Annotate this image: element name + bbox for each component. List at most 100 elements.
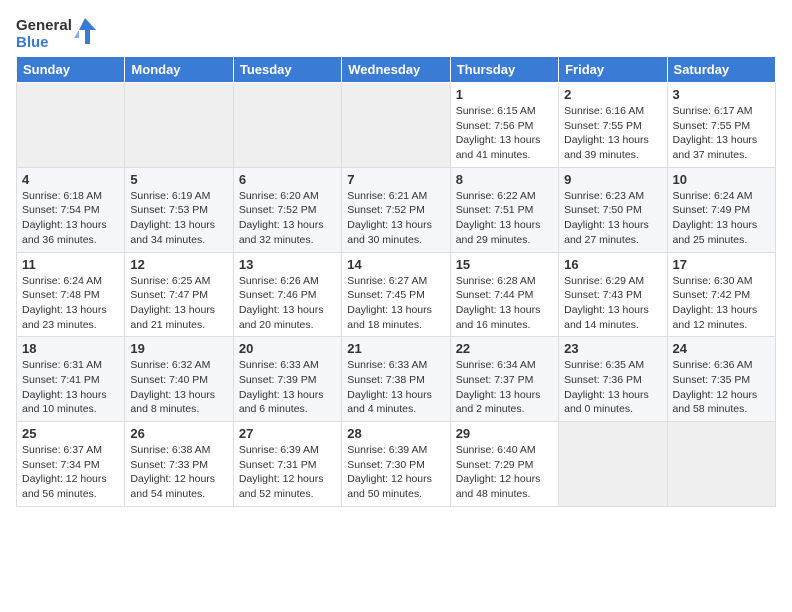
- calendar-cell: [667, 422, 775, 507]
- day-info: Sunrise: 6:39 AMSunset: 7:30 PMDaylight:…: [347, 443, 444, 502]
- day-info: Sunrise: 6:16 AMSunset: 7:55 PMDaylight:…: [564, 104, 661, 163]
- day-info: Sunrise: 6:18 AMSunset: 7:54 PMDaylight:…: [22, 189, 119, 248]
- calendar-cell: 1Sunrise: 6:15 AMSunset: 7:56 PMDaylight…: [450, 83, 558, 168]
- day-number: 22: [456, 341, 553, 356]
- day-number: 27: [239, 426, 336, 441]
- calendar-cell: [233, 83, 341, 168]
- calendar-cell: 13 Sunrise: 6:26 AMSunset: 7:46 PMDayligh…: [233, 252, 341, 337]
- week-row-2: 11 Sunrise: 6:24 AMSunset: 7:48 PMDayligh…: [17, 252, 776, 337]
- logo: General Blue: [16, 16, 96, 52]
- day-number: 1: [456, 87, 553, 102]
- day-info: Sunrise: 6:21 AMSunset: 7:52 PMDaylight:…: [347, 189, 444, 248]
- day-info: Sunrise: 6:23 AMSunset: 7:50 PMDaylight:…: [564, 189, 661, 248]
- day-number: 13: [239, 257, 336, 272]
- day-number: 12: [130, 257, 227, 272]
- day-info: Sunrise: 6:37 AMSunset: 7:34 PMDaylight:…: [22, 443, 119, 502]
- calendar-cell: 12 Sunrise: 6:25 AMSunset: 7:47 PMDayligh…: [125, 252, 233, 337]
- day-number: 24: [673, 341, 770, 356]
- day-header-tuesday: Tuesday: [233, 57, 341, 83]
- day-info: Sunrise: 6:31 AMSunset: 7:41 PMDaylight:…: [22, 358, 119, 417]
- week-row-4: 25 Sunrise: 6:37 AMSunset: 7:34 PMDayligh…: [17, 422, 776, 507]
- day-number: 17: [673, 257, 770, 272]
- day-info: Sunrise: 6:30 AMSunset: 7:42 PMDaylight:…: [673, 274, 770, 333]
- calendar-cell: 5 Sunrise: 6:19 AMSunset: 7:53 PMDaylight…: [125, 167, 233, 252]
- calendar-cell: 16Sunrise: 6:29 AMSunset: 7:43 PMDayligh…: [559, 252, 667, 337]
- day-info: Sunrise: 6:24 AMSunset: 7:49 PMDaylight:…: [673, 189, 770, 248]
- week-row-0: 1Sunrise: 6:15 AMSunset: 7:56 PMDaylight…: [17, 83, 776, 168]
- calendar-cell: 29 Sunrise: 6:40 AMSunset: 7:29 PMDayligh…: [450, 422, 558, 507]
- day-number: 29: [456, 426, 553, 441]
- day-info: Sunrise: 6:26 AMSunset: 7:46 PMDaylight:…: [239, 274, 336, 333]
- calendar-cell: 14Sunrise: 6:27 AMSunset: 7:45 PMDayligh…: [342, 252, 450, 337]
- day-number: 9: [564, 172, 661, 187]
- day-number: 28: [347, 426, 444, 441]
- calendar-cell: 28 Sunrise: 6:39 AMSunset: 7:30 PMDayligh…: [342, 422, 450, 507]
- day-number: 23: [564, 341, 661, 356]
- day-info: Sunrise: 6:19 AMSunset: 7:53 PMDaylight:…: [130, 189, 227, 248]
- calendar-cell: [125, 83, 233, 168]
- day-header-monday: Monday: [125, 57, 233, 83]
- calendar-cell: 22 Sunrise: 6:34 AMSunset: 7:37 PMDayligh…: [450, 337, 558, 422]
- day-info: Sunrise: 6:38 AMSunset: 7:33 PMDaylight:…: [130, 443, 227, 502]
- calendar-cell: 17 Sunrise: 6:30 AMSunset: 7:42 PMDayligh…: [667, 252, 775, 337]
- days-header-row: SundayMondayTuesdayWednesdayThursdayFrid…: [17, 57, 776, 83]
- day-number: 6: [239, 172, 336, 187]
- calendar-cell: 26Sunrise: 6:38 AMSunset: 7:33 PMDayligh…: [125, 422, 233, 507]
- day-header-thursday: Thursday: [450, 57, 558, 83]
- calendar-cell: [559, 422, 667, 507]
- header: General Blue: [16, 16, 776, 52]
- day-number: 21: [347, 341, 444, 356]
- calendar-cell: 8Sunrise: 6:22 AMSunset: 7:51 PMDaylight…: [450, 167, 558, 252]
- day-info: Sunrise: 6:20 AMSunset: 7:52 PMDaylight:…: [239, 189, 336, 248]
- day-number: 7: [347, 172, 444, 187]
- week-row-3: 18 Sunrise: 6:31 AMSunset: 7:41 PMDayligh…: [17, 337, 776, 422]
- calendar-cell: 20 Sunrise: 6:33 AMSunset: 7:39 PMDayligh…: [233, 337, 341, 422]
- day-number: 20: [239, 341, 336, 356]
- calendar-cell: 7 Sunrise: 6:21 AMSunset: 7:52 PMDaylight…: [342, 167, 450, 252]
- calendar-cell: 10 Sunrise: 6:24 AMSunset: 7:49 PMDayligh…: [667, 167, 775, 252]
- calendar-cell: 25 Sunrise: 6:37 AMSunset: 7:34 PMDayligh…: [17, 422, 125, 507]
- day-info: Sunrise: 6:40 AMSunset: 7:29 PMDaylight:…: [456, 443, 553, 502]
- day-info: Sunrise: 6:34 AMSunset: 7:37 PMDaylight:…: [456, 358, 553, 417]
- calendar-body: 1Sunrise: 6:15 AMSunset: 7:56 PMDaylight…: [17, 83, 776, 507]
- day-number: 18: [22, 341, 119, 356]
- day-info: Sunrise: 6:36 AMSunset: 7:35 PMDaylight:…: [673, 358, 770, 417]
- calendar-header: SundayMondayTuesdayWednesdayThursdayFrid…: [17, 57, 776, 83]
- calendar-cell: 2 Sunrise: 6:16 AMSunset: 7:55 PMDaylight…: [559, 83, 667, 168]
- logo-bird-icon: [74, 16, 96, 52]
- calendar-cell: 21 Sunrise: 6:33 AMSunset: 7:38 PMDayligh…: [342, 337, 450, 422]
- day-info: Sunrise: 6:25 AMSunset: 7:47 PMDaylight:…: [130, 274, 227, 333]
- day-info: Sunrise: 6:28 AMSunset: 7:44 PMDaylight:…: [456, 274, 553, 333]
- day-info: Sunrise: 6:29 AMSunset: 7:43 PMDaylight:…: [564, 274, 661, 333]
- logo-graphic: General Blue: [16, 16, 96, 52]
- day-info: Sunrise: 6:22 AMSunset: 7:51 PMDaylight:…: [456, 189, 553, 248]
- calendar-cell: 18 Sunrise: 6:31 AMSunset: 7:41 PMDayligh…: [17, 337, 125, 422]
- calendar-cell: 9 Sunrise: 6:23 AMSunset: 7:50 PMDaylight…: [559, 167, 667, 252]
- day-header-saturday: Saturday: [667, 57, 775, 83]
- day-number: 11: [22, 257, 119, 272]
- calendar-cell: 11 Sunrise: 6:24 AMSunset: 7:48 PMDayligh…: [17, 252, 125, 337]
- calendar-cell: 3 Sunrise: 6:17 AMSunset: 7:55 PMDaylight…: [667, 83, 775, 168]
- day-number: 3: [673, 87, 770, 102]
- day-info: Sunrise: 6:39 AMSunset: 7:31 PMDaylight:…: [239, 443, 336, 502]
- day-info: Sunrise: 6:17 AMSunset: 7:55 PMDaylight:…: [673, 104, 770, 163]
- day-info: Sunrise: 6:33 AMSunset: 7:38 PMDaylight:…: [347, 358, 444, 417]
- calendar-cell: 24 Sunrise: 6:36 AMSunset: 7:35 PMDayligh…: [667, 337, 775, 422]
- day-header-friday: Friday: [559, 57, 667, 83]
- calendar-cell: 15Sunrise: 6:28 AMSunset: 7:44 PMDayligh…: [450, 252, 558, 337]
- day-number: 2: [564, 87, 661, 102]
- day-number: 25: [22, 426, 119, 441]
- day-number: 10: [673, 172, 770, 187]
- calendar: SundayMondayTuesdayWednesdayThursdayFrid…: [16, 56, 776, 507]
- day-info: Sunrise: 6:33 AMSunset: 7:39 PMDaylight:…: [239, 358, 336, 417]
- calendar-cell: [17, 83, 125, 168]
- day-header-wednesday: Wednesday: [342, 57, 450, 83]
- calendar-cell: 19Sunrise: 6:32 AMSunset: 7:40 PMDayligh…: [125, 337, 233, 422]
- day-number: 14: [347, 257, 444, 272]
- day-info: Sunrise: 6:24 AMSunset: 7:48 PMDaylight:…: [22, 274, 119, 333]
- calendar-cell: 4Sunrise: 6:18 AMSunset: 7:54 PMDaylight…: [17, 167, 125, 252]
- calendar-cell: 27 Sunrise: 6:39 AMSunset: 7:31 PMDayligh…: [233, 422, 341, 507]
- calendar-cell: 6 Sunrise: 6:20 AMSunset: 7:52 PMDaylight…: [233, 167, 341, 252]
- day-number: 19: [130, 341, 227, 356]
- day-number: 5: [130, 172, 227, 187]
